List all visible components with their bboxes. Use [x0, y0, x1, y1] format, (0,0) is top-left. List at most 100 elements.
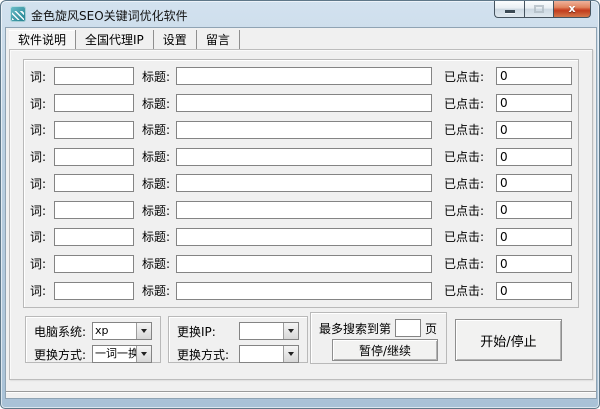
change-mode-select[interactable]	[239, 345, 299, 363]
clicked-label: 已点击:	[444, 68, 494, 85]
clicked-label: 已点击:	[444, 95, 494, 112]
title-input[interactable]	[176, 67, 432, 85]
swap-mode-value: 一词一换	[93, 346, 136, 362]
word-input[interactable]	[54, 174, 134, 192]
clicked-count-input[interactable]	[496, 94, 572, 112]
search-depth-groupbox: 最多搜索到第 页 暂停/继续	[310, 312, 447, 364]
word-label: 词:	[30, 282, 54, 299]
title-label: 标题:	[142, 68, 176, 85]
change-ip-label: 更换IP:	[177, 323, 216, 340]
word-label: 词:	[30, 255, 54, 272]
tab-item[interactable]: 软件说明	[9, 30, 76, 50]
system-select[interactable]: xp	[92, 322, 152, 340]
clicked-label: 已点击:	[444, 255, 494, 272]
tab-item[interactable]: 设置	[154, 30, 197, 50]
app-icon	[10, 6, 26, 22]
change-mode-value	[240, 346, 283, 362]
start-stop-button[interactable]: 开始/停止	[455, 319, 562, 361]
word-input[interactable]	[54, 282, 134, 300]
caption-buttons: x	[494, 1, 591, 18]
window-title: 金色旋风SEO关键词优化软件	[31, 7, 188, 24]
close-button[interactable]: x	[553, 1, 591, 18]
word-label: 词:	[30, 121, 54, 138]
word-input[interactable]	[54, 201, 134, 219]
clicked-label: 已点击:	[444, 121, 494, 138]
maximize-button[interactable]	[524, 1, 553, 18]
clicked-label: 已点击:	[444, 228, 494, 245]
clicked-count-input[interactable]	[496, 282, 572, 300]
system-groupbox: 电脑系统: xp 更换方式: 一词一换	[25, 316, 161, 363]
keyword-row: 词: 标题: 已点击:	[30, 67, 572, 85]
swap-mode-select[interactable]: 一词一换	[92, 345, 152, 363]
clicked-count-input[interactable]	[496, 228, 572, 246]
app-window: 金色旋风SEO关键词优化软件 x 软件说明 全国代理IP 设置 留言	[0, 0, 600, 409]
title-input[interactable]	[176, 174, 432, 192]
title-input[interactable]	[176, 121, 432, 139]
keyword-row: 词: 标题: 已点击:	[30, 255, 572, 273]
close-icon: x	[554, 1, 590, 16]
tab-page: 词: 标题: 已点击: 词: 标题: 已点击:	[9, 49, 593, 380]
clicked-count-input[interactable]	[496, 174, 572, 192]
keyword-row: 词: 标题: 已点击:	[30, 228, 572, 246]
title-label: 标题:	[142, 228, 176, 245]
chevron-down-icon[interactable]	[283, 346, 298, 362]
title-input[interactable]	[176, 228, 432, 246]
title-input[interactable]	[176, 255, 432, 273]
keywords-groupbox: 词: 标题: 已点击: 词: 标题: 已点击:	[23, 59, 579, 308]
system-label: 电脑系统:	[34, 323, 86, 340]
pause-resume-button[interactable]: 暂停/继续	[332, 339, 438, 361]
title-label: 标题:	[142, 282, 176, 299]
word-input[interactable]	[54, 228, 134, 246]
clicked-label: 已点击:	[444, 148, 494, 165]
minimize-button[interactable]	[494, 1, 524, 18]
tab-item[interactable]: 全国代理IP	[76, 30, 154, 50]
word-label: 词:	[30, 202, 54, 219]
change-mode-label: 更换方式:	[177, 346, 229, 363]
clicked-count-input[interactable]	[496, 201, 572, 219]
clicked-count-input[interactable]	[496, 121, 572, 139]
keyword-row: 词: 标题: 已点击:	[30, 148, 572, 166]
title-label: 标题:	[142, 148, 176, 165]
clicked-count-input[interactable]	[496, 148, 572, 166]
max-page-prefix-label: 最多搜索到第	[319, 320, 391, 337]
word-label: 词:	[30, 175, 54, 192]
clicked-label: 已点击:	[444, 175, 494, 192]
word-input[interactable]	[54, 255, 134, 273]
status-separator	[6, 391, 596, 393]
clicked-count-input[interactable]	[496, 255, 572, 273]
max-page-suffix-label: 页	[425, 320, 437, 337]
word-label: 词:	[30, 148, 54, 165]
keyword-row: 词: 标题: 已点击:	[30, 94, 572, 112]
title-input[interactable]	[176, 148, 432, 166]
ip-groupbox: 更换IP: 更换方式:	[168, 316, 308, 363]
title-input[interactable]	[176, 94, 432, 112]
system-value: xp	[93, 323, 136, 339]
word-label: 词:	[30, 68, 54, 85]
titlebar: 金色旋风SEO关键词优化软件 x	[1, 1, 599, 27]
keyword-row: 词: 标题: 已点击:	[30, 201, 572, 219]
title-label: 标题:	[142, 175, 176, 192]
minimize-icon	[505, 10, 515, 13]
maximize-icon	[534, 5, 544, 13]
chevron-down-icon[interactable]	[136, 323, 151, 339]
tab-item[interactable]: 留言	[197, 30, 240, 50]
title-label: 标题:	[142, 202, 176, 219]
word-input[interactable]	[54, 94, 134, 112]
change-ip-select[interactable]	[239, 322, 299, 340]
clicked-count-input[interactable]	[496, 67, 572, 85]
change-ip-value	[240, 323, 283, 339]
max-page-input[interactable]	[395, 319, 421, 337]
keyword-row: 词: 标题: 已点击:	[30, 174, 572, 192]
word-label: 词:	[30, 228, 54, 245]
title-input[interactable]	[176, 201, 432, 219]
word-input[interactable]	[54, 67, 134, 85]
word-input[interactable]	[54, 148, 134, 166]
chevron-down-icon[interactable]	[283, 323, 298, 339]
chevron-down-icon[interactable]	[136, 346, 151, 362]
keyword-row: 词: 标题: 已点击:	[30, 282, 572, 300]
tab-bar: 软件说明 全国代理IP 设置 留言	[9, 31, 240, 49]
swap-mode-label: 更换方式:	[34, 346, 86, 363]
word-input[interactable]	[54, 121, 134, 139]
title-input[interactable]	[176, 282, 432, 300]
keyword-row: 词: 标题: 已点击:	[30, 121, 572, 139]
